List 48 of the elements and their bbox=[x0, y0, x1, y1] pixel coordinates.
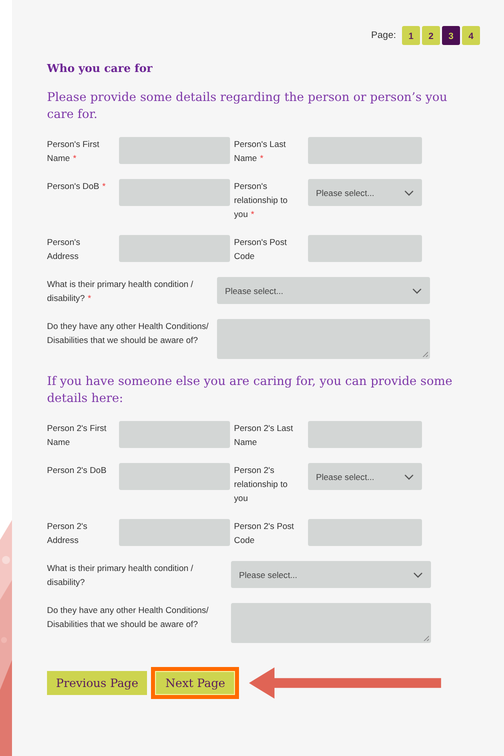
field-label: Person's DoB * bbox=[47, 180, 107, 193]
page-label: Page: bbox=[371, 30, 396, 41]
input-field[interactable] bbox=[308, 137, 422, 164]
select-field[interactable]: Please select... bbox=[217, 277, 430, 304]
field-label: Person's First Name * bbox=[47, 138, 100, 165]
input-field[interactable] bbox=[119, 519, 230, 546]
field-label: Person 2's Post Code bbox=[234, 520, 295, 547]
field-label: Person's Post Code bbox=[234, 236, 288, 263]
previous-button[interactable]: Previous Page bbox=[47, 671, 148, 695]
input-field[interactable] bbox=[308, 421, 422, 448]
chevron-icon bbox=[413, 572, 423, 578]
field-label: Person 2's Last Name bbox=[234, 422, 294, 449]
section-heading: Please provide some details regarding the person or person’s you care for. bbox=[47, 89, 448, 123]
chevron-icon bbox=[412, 288, 422, 294]
field-label: Do they have any other Health Conditions/ Disabilities that we should be aware of? bbox=[47, 604, 210, 631]
field-label: What is their primary health condition / disability? * bbox=[47, 278, 194, 305]
select-field[interactable]: Please select... bbox=[231, 561, 431, 588]
select-field[interactable]: Please select... bbox=[308, 179, 422, 206]
page-button[interactable]: 4 bbox=[462, 26, 480, 45]
input-field[interactable] bbox=[119, 235, 230, 262]
resize-grip-icon bbox=[422, 351, 428, 357]
page-button[interactable]: 3 bbox=[442, 26, 460, 45]
chevron-icon bbox=[404, 474, 414, 480]
select-field[interactable]: Please select... bbox=[308, 463, 422, 490]
input-field[interactable] bbox=[308, 519, 422, 546]
field-label: Person 2's relationship to you bbox=[234, 464, 289, 505]
input-field[interactable] bbox=[119, 179, 230, 206]
field-label: Person 2's Address bbox=[47, 520, 88, 547]
input-field[interactable] bbox=[308, 235, 422, 262]
next-button[interactable]: Next Page bbox=[155, 671, 236, 695]
resize-grip-icon bbox=[423, 635, 429, 641]
field-label: Person 2's DoB bbox=[47, 464, 108, 477]
chevron-icon bbox=[404, 190, 414, 196]
field-label: Person 2's First Name bbox=[47, 422, 108, 449]
field-label: Person's Last Name * bbox=[234, 138, 287, 165]
input-field[interactable] bbox=[119, 421, 230, 448]
section-heading: If you have someone else you are caring for, you can provide some details here: bbox=[47, 373, 454, 407]
input-field[interactable] bbox=[119, 463, 230, 490]
field-label: What is their primary health condition / disability? bbox=[47, 562, 194, 589]
field-label: Person's relationship to you * bbox=[234, 180, 289, 221]
page-button[interactable]: 1 bbox=[402, 26, 420, 45]
input-field[interactable] bbox=[119, 137, 230, 164]
text-area[interactable] bbox=[231, 603, 431, 643]
page-button[interactable]: 2 bbox=[422, 26, 440, 45]
form-title: Who you care for bbox=[47, 62, 154, 75]
field-label: Person's Address bbox=[47, 236, 82, 263]
field-label: Do they have any other Health Conditions/ Disabilities that we should be aware of? bbox=[47, 320, 210, 347]
text-area[interactable] bbox=[217, 319, 430, 359]
